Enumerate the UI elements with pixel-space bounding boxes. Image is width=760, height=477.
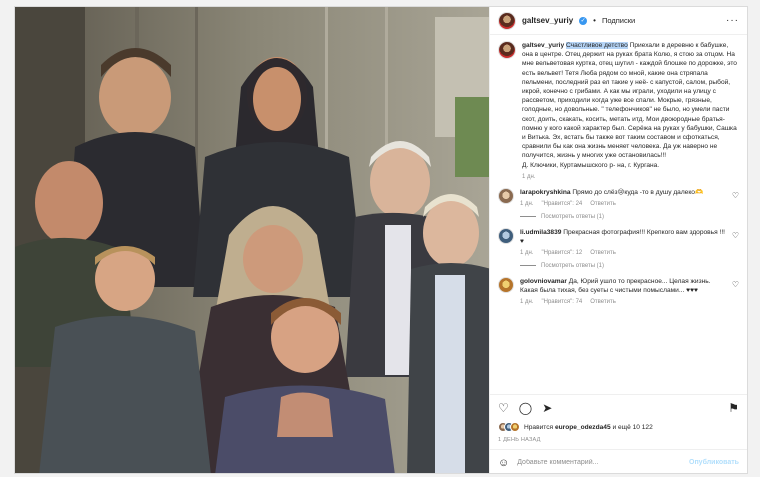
liker-avatar[interactable] [510,422,520,432]
reply-button[interactable]: Ответить [590,201,616,207]
comment-time: 1 дн. [520,298,534,305]
caption-text: galtsev_yuriy Счастливое детство Приехал… [522,41,740,170]
likes-text[interactable]: Нравится europe_odezda45 и ещё 10 122 [524,424,653,431]
post-caption: galtsev_yuriy Счастливое детство Приехал… [498,41,739,180]
comment-body: Прямо до слёз😢куда -то в душу далеко🫶 [570,188,704,196]
commenter-avatar[interactable] [498,276,514,293]
commenter-avatar[interactable] [498,187,514,204]
post-actions: ♡ ◯ ➤ ⚑ [490,394,747,420]
caption-avatar[interactable] [498,41,516,59]
comment-likes[interactable]: "Нравится": 12 [542,250,583,256]
liker-username[interactable]: europe_odezda45 [555,424,611,431]
caption-time: 1 дн. [522,173,536,180]
likes-summary: Нравится europe_odezda45 и ещё 10 122 [490,420,747,434]
comment-item: larapokryshkina Прямо до слёз😢куда -то в… [498,187,739,207]
author-username[interactable]: galtsev_yuriy [522,16,573,25]
add-comment-bar: ☺ Опубликовать [490,449,747,473]
emoji-icon[interactable]: ☺ [498,457,509,469]
following-button[interactable]: Подписки [602,16,635,25]
comment-meta: 1 дн. "Нравится": 74 Ответить [520,299,728,305]
reply-button[interactable]: Ответить [590,250,616,256]
post-sidebar: galtsev_yuriy ✓ • Подписки ··· galtsev_y… [489,7,747,473]
comment-time: 1 дн. [520,200,534,207]
bookmark-icon[interactable]: ⚑ [728,402,739,414]
comment-like-icon[interactable]: ♡ [732,231,739,240]
family-photo-illustration [15,7,489,473]
caption-meta: 1 дн. [522,174,740,180]
comment-input[interactable] [517,459,681,466]
comment-meta: 1 дн. "Нравится": 24 Ответить [520,201,728,207]
commenter-avatar[interactable] [498,227,514,244]
likes-prefix: Нравится [524,423,555,431]
separator-dot: • [593,16,596,25]
comments-section: galtsev_yuriy Счастливое детство Приехал… [490,35,747,394]
caption-body: Приехали в деревню к бабушке, она в цент… [522,42,737,160]
comment-like-icon[interactable]: ♡ [732,191,739,200]
replies-line [520,216,536,218]
comment-item: golovniovamar Да, Юрий ушло то прекрасно… [498,276,739,305]
caption-location: Д. Ключики, Куртамышского р- на, г. Кург… [522,161,660,169]
view-replies-button[interactable]: Посмотреть ответы (1) [520,263,739,269]
comment-like-icon[interactable]: ♡ [732,280,739,289]
comment-text: golovniovamar Да, Юрий ушло то прекрасно… [520,277,728,295]
view-replies-label[interactable]: Посмотреть ответы (1) [541,214,604,220]
comment-likes[interactable]: "Нравится": 74 [542,299,583,305]
commenter-username[interactable]: golovniovamar [520,278,567,285]
post-date: 1 ДЕНЬ НАЗАД [498,437,541,443]
caption-highlight: Счастливое детство [566,42,628,49]
liker-avatars [498,422,520,432]
author-avatar[interactable] [498,11,516,30]
comment-item: li.udmila3839 Прекрасная фотография!!! К… [498,227,739,256]
view-replies-button[interactable]: Посмотреть ответы (1) [520,214,739,220]
like-icon[interactable]: ♡ [498,402,509,414]
replies-line [520,265,536,267]
comment-meta: 1 дн. "Нравится": 12 Ответить [520,250,728,256]
comment-likes[interactable]: "Нравится": 24 [542,201,583,207]
view-replies-label[interactable]: Посмотреть ответы (1) [541,263,604,269]
commenter-username[interactable]: larapokryshkina [520,189,571,196]
more-options-icon[interactable]: ··· [726,15,739,26]
instagram-post-modal: galtsev_yuriy ✓ • Подписки ··· galtsev_y… [14,6,748,474]
share-icon[interactable]: ➤ [542,402,552,414]
likes-suffix: и ещё 10 122 [610,423,653,431]
caption-username[interactable]: galtsev_yuriy [522,42,564,49]
comment-icon[interactable]: ◯ [519,402,532,414]
verified-icon: ✓ [579,16,588,25]
comment-time: 1 дн. [520,249,534,256]
comment-text: li.udmila3839 Прекрасная фотография!!! К… [520,228,728,246]
post-header: galtsev_yuriy ✓ • Подписки ··· [490,7,747,35]
commenter-username[interactable]: li.udmila3839 [520,229,561,236]
publish-button[interactable]: Опубликовать [689,459,739,466]
reply-button[interactable]: Ответить [590,299,616,305]
comment-text: larapokryshkina Прямо до слёз😢куда -то в… [520,188,728,197]
post-photo[interactable] [15,7,489,473]
